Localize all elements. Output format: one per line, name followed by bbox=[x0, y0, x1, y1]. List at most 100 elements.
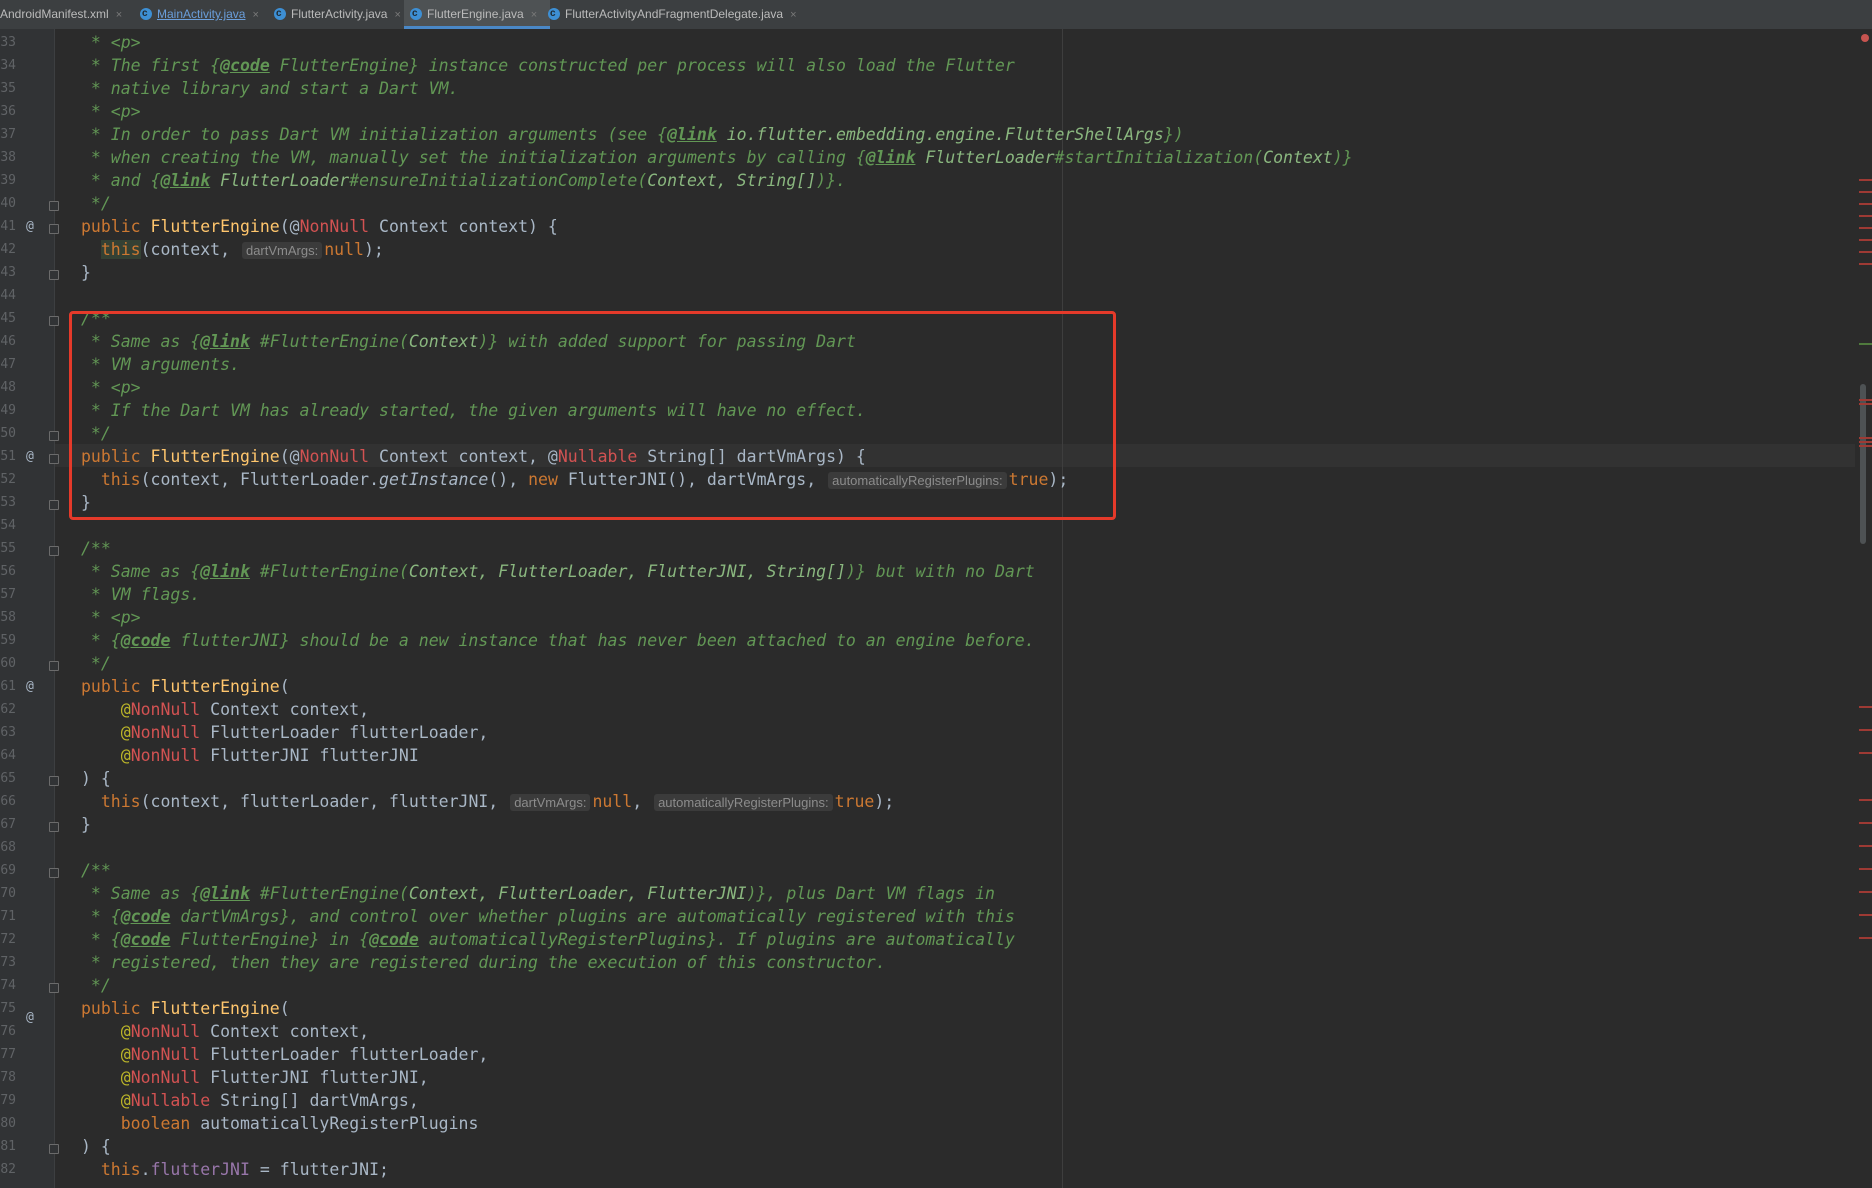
code-line[interactable]: * when creating the VM, manually set the… bbox=[81, 146, 1353, 169]
override-marker-icon[interactable]: @ bbox=[26, 1006, 34, 1029]
close-icon[interactable]: × bbox=[394, 9, 400, 21]
code-line[interactable]: * and {@link FlutterLoader#ensureInitial… bbox=[81, 169, 846, 192]
line-number[interactable]: 70 bbox=[0, 882, 16, 905]
line-number[interactable]: 69 bbox=[0, 859, 16, 882]
fold-icon[interactable] bbox=[49, 822, 59, 832]
line-number[interactable]: 37 bbox=[0, 123, 16, 146]
line-number[interactable]: 36 bbox=[0, 100, 16, 123]
tab-flutter-activity[interactable]: FlutterActivity.java × bbox=[274, 0, 404, 29]
line-number[interactable]: 56 bbox=[0, 560, 16, 583]
line-number[interactable]: 59 bbox=[0, 629, 16, 652]
code-line[interactable]: } bbox=[81, 261, 91, 284]
error-mark[interactable] bbox=[1859, 799, 1872, 801]
code-line[interactable]: public FlutterEngine( bbox=[81, 997, 290, 1020]
line-number[interactable]: 81 bbox=[0, 1135, 16, 1158]
fold-icon[interactable] bbox=[49, 776, 59, 786]
code-line[interactable]: * <p> bbox=[81, 606, 141, 629]
code-line[interactable]: * VM flags. bbox=[81, 583, 200, 606]
error-mark[interactable] bbox=[1859, 868, 1872, 870]
line-number[interactable]: 74 bbox=[0, 974, 16, 997]
line-number[interactable]: 78 bbox=[0, 1066, 16, 1089]
code-line[interactable]: * native library and start a Dart VM. bbox=[81, 77, 459, 100]
code-line[interactable]: @Nullable String[] dartVmArgs, bbox=[81, 1089, 419, 1112]
code-line[interactable]: @NonNull FlutterLoader flutterLoader, bbox=[81, 1043, 489, 1066]
line-number[interactable]: 61 bbox=[0, 675, 16, 698]
fold-icon[interactable] bbox=[49, 224, 59, 234]
line-number[interactable]: 40 bbox=[0, 192, 16, 215]
code-line[interactable]: ) { bbox=[81, 767, 111, 790]
close-icon[interactable]: × bbox=[790, 9, 796, 21]
line-number[interactable]: 68 bbox=[0, 836, 16, 859]
tab-main-activity[interactable]: MainActivity.java × bbox=[140, 0, 268, 29]
line-number[interactable]: 42 bbox=[0, 238, 16, 261]
fold-icon[interactable] bbox=[49, 868, 59, 878]
code-line[interactable]: this.flutterJNI = flutterJNI; bbox=[81, 1158, 389, 1181]
line-number[interactable]: 44 bbox=[0, 284, 16, 307]
line-number[interactable]: 35 bbox=[0, 77, 16, 100]
fold-icon[interactable] bbox=[49, 546, 59, 556]
override-marker-icon[interactable]: @ bbox=[26, 445, 34, 468]
error-mark[interactable] bbox=[1859, 914, 1872, 916]
line-number[interactable]: 64 bbox=[0, 744, 16, 767]
error-mark[interactable] bbox=[1859, 203, 1872, 205]
line-number[interactable]: 50 bbox=[0, 422, 16, 445]
line-number[interactable]: 72 bbox=[0, 928, 16, 951]
line-number[interactable]: 67 bbox=[0, 813, 16, 836]
code-line[interactable]: */ bbox=[81, 192, 111, 215]
code-line[interactable]: */ bbox=[81, 652, 111, 675]
fold-icon[interactable] bbox=[49, 270, 59, 280]
code-line[interactable]: public FlutterEngine(@NonNull Context co… bbox=[81, 215, 558, 238]
line-number[interactable]: 80 bbox=[0, 1112, 16, 1135]
line-number[interactable]: 75 bbox=[0, 997, 16, 1020]
code-line[interactable]: * {@code dartVmArgs}, and control over w… bbox=[81, 905, 1015, 928]
fold-icon[interactable] bbox=[49, 431, 59, 441]
error-mark[interactable] bbox=[1859, 441, 1872, 443]
line-number[interactable]: 46 bbox=[0, 330, 16, 353]
close-icon[interactable]: × bbox=[116, 9, 122, 21]
code-line[interactable]: ) { bbox=[81, 1135, 111, 1158]
line-number[interactable]: 33 bbox=[0, 31, 16, 54]
line-number[interactable]: 47 bbox=[0, 353, 16, 376]
error-mark[interactable] bbox=[1859, 891, 1872, 893]
line-number[interactable]: 76 bbox=[0, 1020, 16, 1043]
line-number[interactable]: 38 bbox=[0, 146, 16, 169]
fold-icon[interactable] bbox=[49, 316, 59, 326]
code-line[interactable]: } bbox=[81, 813, 91, 836]
fold-icon[interactable] bbox=[49, 1144, 59, 1154]
line-number[interactable]: 73 bbox=[0, 951, 16, 974]
code-line[interactable]: * {@code flutterJNI} should be a new ins… bbox=[81, 629, 1035, 652]
line-number[interactable]: 54 bbox=[0, 514, 16, 537]
fold-icon[interactable] bbox=[49, 500, 59, 510]
line-number[interactable]: 63 bbox=[0, 721, 16, 744]
line-number[interactable]: 48 bbox=[0, 376, 16, 399]
change-mark[interactable] bbox=[1859, 343, 1872, 345]
error-stripe[interactable] bbox=[1855, 29, 1872, 1188]
error-mark[interactable] bbox=[1859, 227, 1872, 229]
error-mark[interactable] bbox=[1859, 845, 1872, 847]
tab-android-manifest[interactable]: AndroidManifest.xml × bbox=[0, 0, 122, 29]
code-line[interactable]: public FlutterEngine( bbox=[81, 675, 290, 698]
close-icon[interactable]: × bbox=[252, 9, 258, 21]
line-number[interactable]: 51 bbox=[0, 445, 16, 468]
error-mark[interactable] bbox=[1859, 239, 1872, 241]
code-line[interactable]: * The first {@code FlutterEngine} instan… bbox=[81, 54, 1015, 77]
code-line[interactable]: * Same as {@link #FlutterEngine(Context,… bbox=[81, 560, 1035, 583]
code-line[interactable]: * Same as {@link #FlutterEngine(Context,… bbox=[81, 882, 995, 905]
fold-icon[interactable] bbox=[49, 201, 59, 211]
error-mark[interactable] bbox=[1859, 215, 1872, 217]
fold-icon[interactable] bbox=[49, 454, 59, 464]
error-mark[interactable] bbox=[1859, 752, 1872, 754]
error-indicator-icon[interactable] bbox=[1861, 34, 1869, 42]
code-line[interactable]: this(context, dartVmArgs: null); bbox=[81, 238, 384, 261]
error-mark[interactable] bbox=[1859, 179, 1872, 181]
override-marker-icon[interactable]: @ bbox=[26, 215, 34, 238]
line-number[interactable]: 62 bbox=[0, 698, 16, 721]
error-mark[interactable] bbox=[1859, 263, 1872, 265]
code-line[interactable]: @NonNull FlutterJNI flutterJNI, bbox=[81, 1066, 439, 1089]
code-line[interactable]: @NonNull Context context, bbox=[81, 1020, 369, 1043]
vertical-scrollbar-thumb[interactable] bbox=[1860, 384, 1866, 544]
line-number[interactable]: 66 bbox=[0, 790, 16, 813]
line-number[interactable]: 58 bbox=[0, 606, 16, 629]
close-icon[interactable]: × bbox=[531, 9, 537, 21]
line-number[interactable]: 65 bbox=[0, 767, 16, 790]
